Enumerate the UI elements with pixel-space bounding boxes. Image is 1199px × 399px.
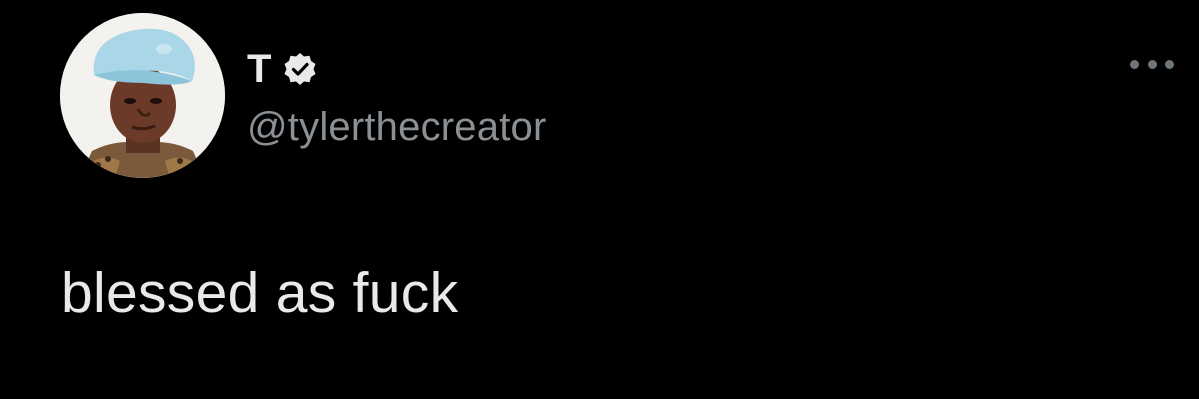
- tweet-text: blessed as fuck: [61, 261, 459, 325]
- tweet: T @tylerthecreator blessed as fuck: [0, 0, 1199, 399]
- avatar[interactable]: [60, 13, 225, 178]
- more-options-icon[interactable]: [1130, 52, 1174, 76]
- dot: [1165, 59, 1174, 69]
- dot: [1130, 59, 1139, 69]
- dot: [1147, 59, 1157, 69]
- author-handle[interactable]: @tylerthecreator: [247, 104, 546, 150]
- profile-photo-icon: [60, 13, 225, 178]
- author-display-name[interactable]: T: [247, 46, 271, 92]
- author-name-row: T: [247, 46, 317, 92]
- verified-badge-icon: [283, 52, 317, 86]
